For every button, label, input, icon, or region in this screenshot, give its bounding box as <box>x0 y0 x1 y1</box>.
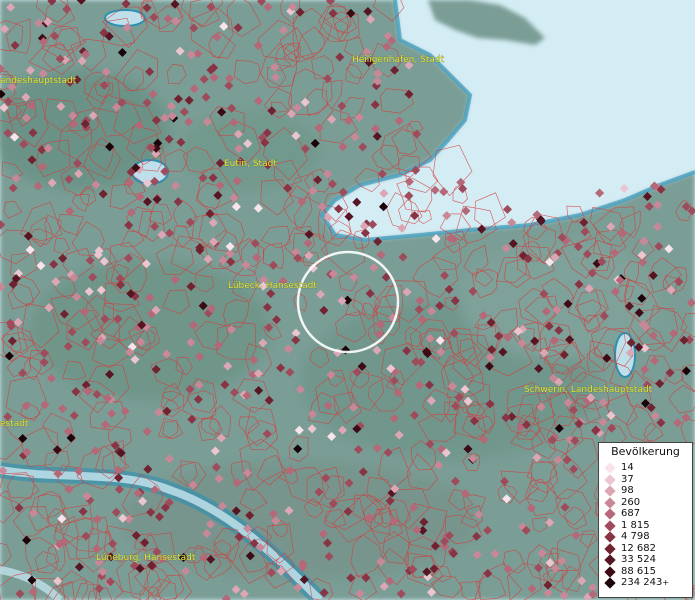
label-schwerin: Schwerin, Landeshauptstadt <box>524 385 653 395</box>
legend-label: 98 <box>621 485 634 496</box>
legend-item: 33 524 <box>604 554 669 566</box>
legend-label: 37 <box>621 473 634 485</box>
legend-item: 4 798 <box>604 531 669 543</box>
legend-swatch-icon <box>604 554 616 566</box>
legend-swatch-icon <box>604 565 616 578</box>
population-legend: Bevölkerung 14 37 98 260 687 1 815 4 798 12 682… <box>598 442 693 598</box>
legend-label: 33 524 <box>621 554 656 565</box>
legend-swatch-icon <box>604 462 616 474</box>
legend-swatch-icon <box>604 508 616 520</box>
label-eutin: Eutin, Stadt <box>224 159 277 169</box>
legend-label: 687 <box>621 508 641 519</box>
legend-item: 12 682 <box>604 542 669 555</box>
label-heiligenhafen: Heiligenhafen, Stadt <box>352 55 445 65</box>
legend-label: 14 <box>621 462 634 473</box>
legend-label: 1 815 <box>621 519 650 531</box>
legend-label: 4 798 <box>621 531 650 542</box>
map-canvas[interactable]: Heiligenhafen, Stadt andeshauptstadt Eut… <box>0 0 695 600</box>
legend-label: 88 615 <box>621 565 656 577</box>
legend-item: 37 <box>604 473 669 486</box>
legend-swatch-icon <box>604 577 616 589</box>
legend-title: Bevölkerung <box>611 445 680 458</box>
legend-item: 234 243+ <box>604 577 670 589</box>
legend-label: 234 243 <box>621 577 663 588</box>
legend-swatch-icon <box>604 485 616 497</box>
label-luebeck: Lübeck, Hansestadt <box>228 281 317 291</box>
legend-swatch-icon <box>604 531 616 543</box>
legend-item: 14 <box>604 462 669 474</box>
legend-swatch-icon <box>604 473 616 486</box>
legend-swatch-icon <box>604 519 616 532</box>
legend-item: 98 <box>604 485 669 497</box>
legend-item: 687 <box>604 508 669 520</box>
label-lueneburg: Lüneburg, Hansestadt <box>96 553 196 563</box>
legend-swatch-icon <box>604 542 616 555</box>
legend-label: 12 682 <box>621 542 656 554</box>
legend-swatch-icon <box>604 496 616 509</box>
label-hamburg: estadt <box>0 419 29 429</box>
legend-list: 14 37 98 260 687 1 815 4 798 12 682 33 524 88 615… <box>604 462 670 589</box>
legend-item: 88 615 <box>604 565 669 578</box>
legend-plus: + <box>662 578 670 587</box>
label-kiel: andeshauptstadt <box>0 76 77 86</box>
legend-item: 260 <box>604 496 669 509</box>
legend-item: 1 815 <box>604 519 669 532</box>
legend-label: 260 <box>621 496 641 508</box>
